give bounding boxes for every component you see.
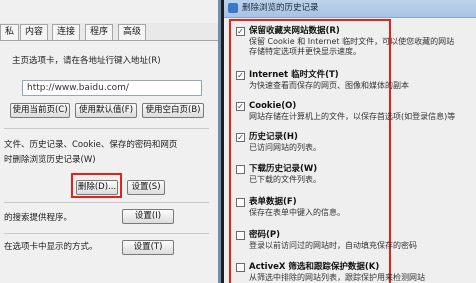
option-description: 保存在表单中键入的信息。 xyxy=(249,208,345,217)
option-checkbox[interactable] xyxy=(236,231,245,240)
option-description: 登录以前访问过的网站时，自动填充保存的密码 xyxy=(249,241,417,250)
option-checkbox[interactable] xyxy=(236,263,245,272)
divider xyxy=(4,233,209,234)
option-checkbox[interactable]: ✓ xyxy=(236,133,245,142)
option-title: 保留收藏夹网站数据(R) xyxy=(249,26,340,36)
use-blank-button[interactable]: 使用空白页(B) xyxy=(142,103,204,118)
divider xyxy=(4,202,209,203)
use-default-button[interactable]: 使用默认值(F) xyxy=(75,103,137,118)
option-description: 已下载的文件列表。 xyxy=(249,175,321,184)
option-description: 网站存储在计算机上的文件，以保存首选项(如登录信息)等 xyxy=(249,112,456,121)
highlight-box-delete xyxy=(71,173,122,198)
option-title: 历史记录(H) xyxy=(249,132,298,142)
option-description: 存储特定选项并更快显示速度。 xyxy=(249,47,361,56)
option-title: 下载历史记录(W) xyxy=(249,164,318,174)
tabs-settings-button[interactable]: 设置(T) xyxy=(122,240,174,255)
tab-programs[interactable]: 程序 xyxy=(85,24,114,40)
use-current-button[interactable]: 使用当前页(C) xyxy=(10,103,70,118)
option-checkbox[interactable] xyxy=(236,198,245,207)
tabs-description: 在选项卡中显示的方式。 xyxy=(4,242,98,252)
dialog-title: 删除浏览的历史记录 xyxy=(242,3,319,13)
option-checkbox[interactable] xyxy=(236,165,245,174)
dialog-title-bar: 删除浏览的历史记录 xyxy=(224,0,476,18)
option-description: 已访问网站的列表。 xyxy=(249,143,321,152)
option-title: Cookie(O) xyxy=(249,101,297,111)
tab-privacy[interactable]: 私 xyxy=(0,24,20,40)
option-description: 为快速查看而保存的网页、图像和媒体的副本 xyxy=(249,81,409,90)
ie-icon xyxy=(228,3,238,13)
tab-advanced[interactable]: 高级 xyxy=(118,24,147,40)
divider xyxy=(4,128,209,129)
option-title: Internet 临时文件(T) xyxy=(249,70,339,80)
option-description: 从筛选中排除的网站列表，跟踪保护用来检测网站 xyxy=(249,273,425,282)
tab-content[interactable]: 内容 xyxy=(20,24,49,40)
option-checkbox[interactable]: ✓ xyxy=(236,71,245,80)
option-checkbox[interactable]: ✓ xyxy=(236,27,245,36)
tab-connections[interactable]: 连接 xyxy=(52,24,81,40)
option-description: 保留 Cookie 和 Internet 临时文件，可以使您收藏的网站 xyxy=(249,37,455,46)
homepage-instruction: 主页选项卡，请在各地址行键入地址(R) xyxy=(12,56,161,66)
search-description: 的搜索提供程序。 xyxy=(4,213,73,223)
homepage-url-input[interactable]: http://www.baidu.com/ xyxy=(22,80,202,96)
search-settings-button[interactable]: 设置(I) xyxy=(122,209,174,224)
option-title: ActiveX 筛选和跟踪保护数据(K) xyxy=(249,262,380,272)
option-title: 密码(P) xyxy=(249,230,280,240)
history-description-1: 文件、历史记录、Cookie、保存的密码和网页 xyxy=(4,140,178,150)
option-checkbox[interactable]: ✓ xyxy=(236,102,245,111)
tab-strip: 私 内容 连接 程序 高级 xyxy=(0,23,218,41)
option-title: 表单数据(F) xyxy=(249,197,297,207)
internet-options-window: 私 内容 连接 程序 高级 主页选项卡，请在各地址行键入地址(R) http:/… xyxy=(0,0,221,283)
history-description-2: 时删除浏览历史记录(W) xyxy=(4,155,96,165)
history-settings-button[interactable]: 设置(S) xyxy=(127,180,165,195)
delete-history-dialog: 删除浏览的历史记录 ✓ 保留收藏夹网站数据(R) 保留 Cookie 和 Inter… xyxy=(224,0,476,283)
